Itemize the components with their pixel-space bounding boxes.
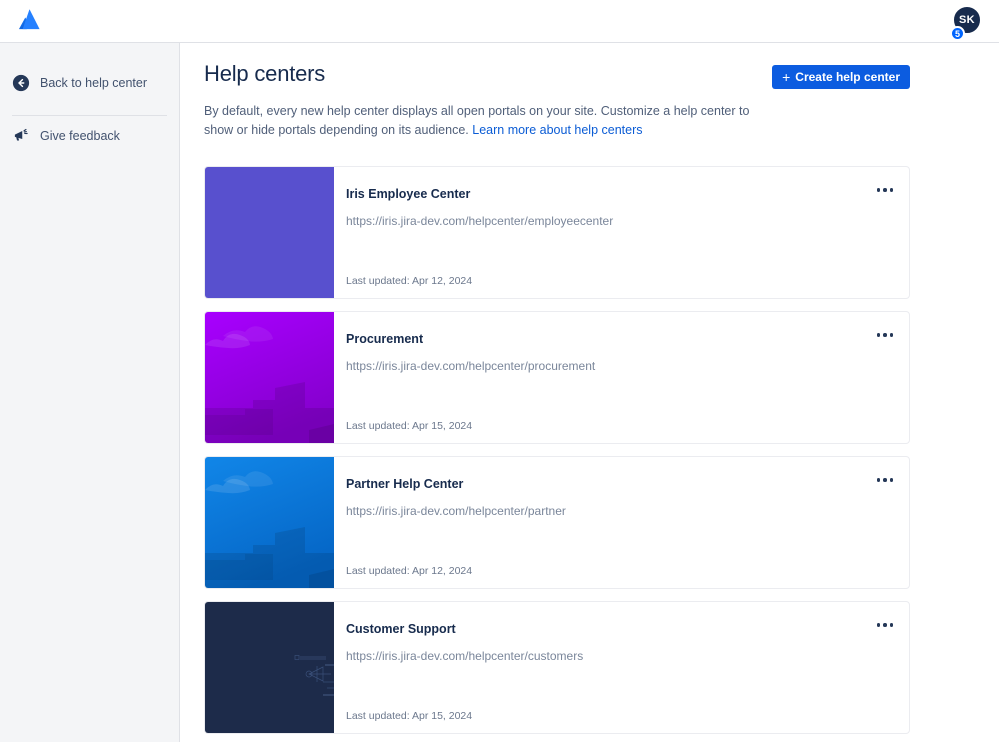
help-center-thumbnail — [205, 166, 334, 298]
help-center-card[interactable]: Iris Employee Center https://iris.jira-d… — [204, 165, 910, 299]
create-help-center-button[interactable]: + Create help center — [772, 65, 910, 89]
help-center-name: Customer Support — [346, 621, 456, 636]
page-header: Help centers + Create help center — [181, 43, 999, 89]
help-center-url: https://iris.jira-dev.com/helpcenter/par… — [346, 503, 566, 518]
sidebar: Back to help center Give feedback — [0, 43, 180, 742]
help-center-name: Procurement — [346, 331, 424, 346]
more-options-icon[interactable] — [871, 613, 899, 637]
help-center-url: https://iris.jira-dev.com/helpcenter/cus… — [346, 648, 584, 663]
sidebar-item-label: Back to help center — [40, 76, 148, 90]
atlassian-logo-icon — [17, 6, 43, 37]
help-center-name: Partner Help Center — [346, 476, 464, 491]
avatar-notification-badge: 5 — [950, 26, 965, 41]
help-center-card[interactable]: Procurement https://iris.jira-dev.com/he… — [204, 310, 910, 444]
page-title: Help centers — [204, 61, 326, 86]
main-content: Help centers + Create help center By def… — [181, 43, 999, 742]
top-navigation-bar: SK 5 — [0, 0, 999, 43]
page-description: By default, every new help center displa… — [181, 89, 861, 141]
arrow-left-circle-icon — [12, 74, 30, 92]
more-options-icon[interactable] — [871, 323, 899, 347]
help-center-url: https://iris.jira-dev.com/helpcenter/emp… — [346, 213, 614, 228]
plus-icon: + — [782, 69, 791, 85]
help-center-last-updated: Last updated: Apr 15, 2024 — [346, 419, 473, 432]
help-center-last-updated: Last updated: Apr 15, 2024 — [346, 709, 473, 722]
help-center-card[interactable]: Partner Help Center https://iris.jira-de… — [204, 455, 910, 589]
help-center-card[interactable]: Customer Support https://iris.jira-dev.c… — [204, 600, 910, 734]
help-center-url: https://iris.jira-dev.com/helpcenter/pro… — [346, 358, 596, 373]
help-center-thumbnail — [205, 311, 334, 443]
more-options-icon[interactable] — [871, 178, 899, 202]
help-center-last-updated: Last updated: Apr 12, 2024 — [346, 274, 473, 287]
help-center-name: Iris Employee Center — [346, 186, 471, 201]
atlassian-logo-button[interactable] — [0, 6, 56, 37]
sidebar-item-give-feedback[interactable]: Give feedback — [0, 116, 179, 156]
sidebar-item-back-to-help-center[interactable]: Back to help center — [0, 63, 179, 103]
help-center-thumbnail — [205, 456, 334, 588]
sidebar-item-label: Give feedback — [40, 129, 120, 143]
learn-more-link[interactable]: Learn more about help centers — [472, 123, 642, 137]
create-help-center-label: Create help center — [795, 70, 900, 84]
user-avatar-button[interactable]: SK 5 — [950, 5, 986, 41]
help-center-last-updated: Last updated: Apr 12, 2024 — [346, 564, 473, 577]
megaphone-icon — [12, 127, 30, 145]
help-center-card-list: Iris Employee Center https://iris.jira-d… — [181, 141, 999, 734]
more-options-icon[interactable] — [871, 468, 899, 492]
help-center-thumbnail — [205, 601, 334, 733]
